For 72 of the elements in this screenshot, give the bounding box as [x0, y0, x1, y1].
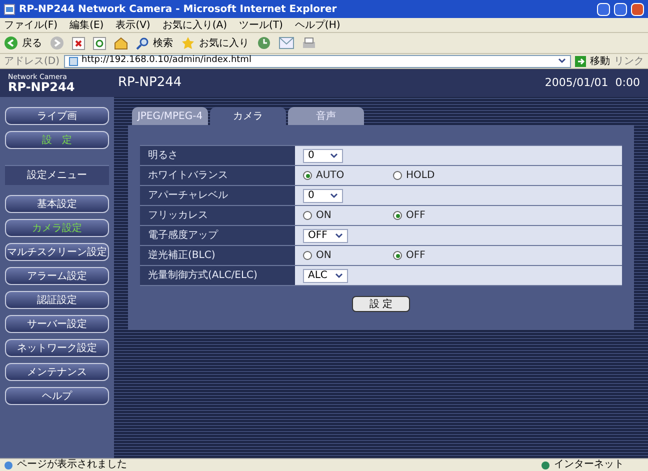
links-label[interactable]: リンク — [614, 54, 644, 68]
sidebar-button[interactable]: マルチスクリーン設定 — [5, 243, 109, 261]
menu-item[interactable]: 編集(E) — [70, 18, 104, 32]
back-button[interactable]: 戻る — [4, 36, 42, 50]
dropdown[interactable]: ALC — [303, 268, 348, 282]
radio-button[interactable] — [393, 171, 402, 180]
menu-item[interactable]: ツール(T) — [239, 18, 283, 32]
menu-item[interactable]: ヘルプ(H) — [294, 18, 340, 32]
dropdown[interactable]: OFF — [303, 228, 348, 242]
sidebar-button[interactable]: ネットワーク設定 — [5, 339, 109, 357]
caret-icon — [335, 232, 344, 238]
favorites-button[interactable]: お気に入り — [181, 36, 249, 50]
go-arrow-icon — [575, 56, 586, 66]
mail-icon[interactable] — [279, 37, 294, 49]
radio-button[interactable] — [393, 251, 402, 260]
caret-icon — [330, 192, 338, 198]
sidebar-button[interactable]: アラーム設定 — [5, 267, 109, 285]
sidebar-button[interactable]: 基本設定 — [5, 195, 109, 213]
sidebar-button[interactable]: カメラ設定 — [5, 219, 109, 237]
menu-item[interactable]: ファイル(F) — [4, 18, 58, 32]
sidebar-button[interactable]: サーバー設定 — [5, 315, 109, 333]
radio-label: OFF — [406, 249, 426, 263]
product-name: RP-NP244 — [8, 80, 76, 92]
sidebar-button[interactable]: ヘルプ — [5, 387, 109, 405]
radio-button[interactable] — [303, 211, 312, 220]
page-title: RP-NP244 — [118, 74, 183, 92]
setting-label: 明るさ — [140, 146, 295, 165]
caret-icon — [330, 152, 338, 158]
close-button[interactable] — [631, 2, 644, 16]
dropdown[interactable]: 0 — [303, 188, 343, 202]
menu-item[interactable]: お気に入り(A) — [162, 18, 227, 32]
radio-button[interactable] — [303, 171, 312, 180]
setting-label: アパーチャレベル — [140, 186, 295, 205]
sidebar-button[interactable]: メンテナンス — [5, 363, 109, 381]
dropdown-caret-icon — [558, 58, 566, 64]
go-button[interactable]: 移動 — [575, 54, 610, 68]
radio-label: OFF — [406, 209, 426, 223]
star-icon — [181, 36, 195, 50]
menu-heading: 設定メニュー — [5, 165, 109, 185]
home-icon[interactable] — [114, 36, 128, 50]
maximize-button[interactable] — [614, 2, 627, 16]
sidebar-button[interactable]: 設 定 — [5, 131, 109, 149]
menu-item[interactable]: 表示(V) — [116, 18, 150, 32]
stop-icon[interactable] — [72, 36, 85, 50]
sidebar-button[interactable]: ライブ画 — [5, 107, 109, 125]
tab[interactable]: カメラ — [210, 107, 286, 125]
minimize-button[interactable] — [597, 2, 610, 16]
radio-button[interactable] — [303, 251, 312, 260]
radio-label: ON — [316, 249, 332, 263]
setting-label: ホワイトバランス — [140, 166, 295, 185]
setting-label: フリッカレス — [140, 206, 295, 225]
address-label: アドレス(D) — [4, 54, 60, 68]
printer-icon[interactable] — [302, 36, 316, 50]
setting-label: 電子感度アップ — [140, 226, 295, 245]
caret-icon — [335, 272, 344, 278]
window-title: RP-NP244 Network Camera - Microsoft Internet Explorer — [19, 2, 338, 16]
dropdown[interactable]: 0 — [303, 148, 343, 162]
radio-button[interactable] — [393, 211, 402, 220]
address-field[interactable]: http://192.168.0.10/admin/index.html — [64, 54, 571, 68]
radio-label: HOLD — [406, 169, 435, 183]
radio-label: ON — [316, 209, 332, 223]
setting-label: 光量制御方式(ALC/ELC) — [140, 266, 295, 285]
search-icon — [136, 36, 149, 50]
date-time: 2005/01/01 0:00 — [544, 74, 640, 91]
radio-label: AUTO — [316, 169, 344, 183]
zone-label: インターネット — [554, 460, 625, 470]
submit-button[interactable]: 設 定 — [352, 296, 410, 312]
status-message: ページが表示されました — [17, 460, 128, 470]
browser-icon — [4, 4, 15, 14]
search-button[interactable]: 検索 — [136, 36, 173, 50]
setting-label: 逆光補正(BLC) — [140, 246, 295, 265]
sidebar-button[interactable]: 認証設定 — [5, 291, 109, 309]
